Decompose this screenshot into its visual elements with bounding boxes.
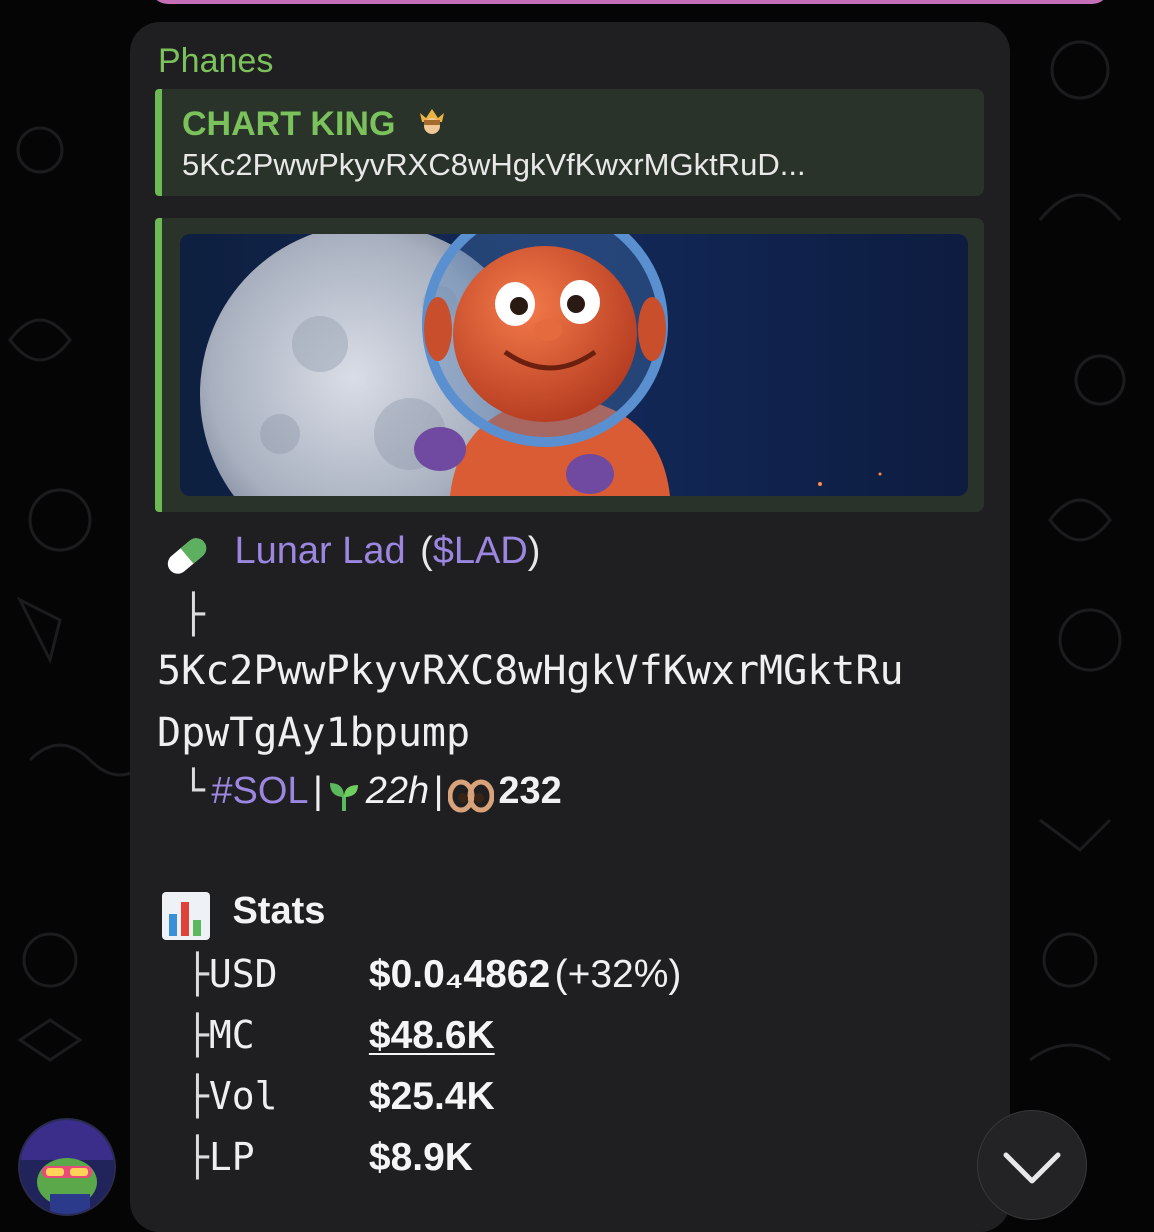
previous-message-edge (150, 0, 1110, 4)
reply-title-text: CHART KING (182, 105, 396, 143)
ticker-link[interactable]: $LAD (433, 530, 528, 572)
stat-change-usd: (+32%) (554, 953, 682, 996)
stat-branch: ├ (186, 1074, 209, 1118)
stat-value-vol: $25.4K (368, 1075, 495, 1118)
stat-label-mc: MC (208, 1013, 255, 1057)
stat-branch: ├ (186, 1135, 209, 1179)
address-branch: ├ (182, 592, 205, 636)
stat-value-mc-link[interactable]: $48.6K (369, 1014, 495, 1057)
seedling-icon (327, 779, 361, 818)
stat-label-vol: Vol (208, 1074, 278, 1118)
stat-branch: ├ (186, 952, 209, 996)
pill-icon (162, 533, 212, 584)
token-meta-line: └ #SOL | 22h | 232 (182, 768, 562, 818)
sender-name[interactable]: Phanes (158, 42, 273, 81)
contract-address-line-1[interactable]: 5Kc2PwwPkyvRXC8wHgkVfKwxrMGktRu (157, 648, 904, 694)
reply-quote[interactable]: CHART KING 5Kc2PwwPkyvRXC8wHgkVfKwxrMGkt… (155, 89, 984, 196)
stat-value-usd: $0.0₄4862 (368, 953, 551, 996)
astronaut-moon-image (200, 234, 882, 496)
link-preview[interactable] (155, 218, 984, 512)
preview-image[interactable] (180, 234, 968, 496)
stat-row-usd: ├USD $0.0₄4862 (+32%) (186, 952, 681, 997)
chain-hashtag[interactable]: #SOL (211, 770, 308, 812)
reply-title: CHART KING (182, 101, 447, 144)
scroll-to-bottom-button[interactable] (977, 1110, 1087, 1220)
stats-title: Stats (232, 890, 326, 932)
token-name-link[interactable]: Lunar Lad (234, 530, 405, 572)
stat-branch: ├ (186, 1013, 209, 1057)
reply-text: 5Kc2PwwPkyvRXC8wHgkVfKwxrMGktRuD... (182, 147, 806, 182)
ticker-open: ( (420, 530, 433, 572)
stat-label-usd: USD (208, 952, 278, 996)
bar-chart-icon (160, 890, 212, 947)
sender-avatar[interactable] (18, 1118, 116, 1216)
stat-value-lp: $8.9K (368, 1136, 473, 1179)
meta-branch: └ (182, 768, 205, 812)
separator: | (312, 770, 323, 812)
stat-row-mc: ├MC $48.6K (186, 1013, 495, 1058)
crown-icon (417, 101, 447, 143)
stat-row-lp: ├LP $8.9K (186, 1135, 473, 1180)
eyes-icon (447, 779, 495, 818)
ticker-close: ) (527, 530, 541, 572)
stat-row-vol: ├Vol $25.4K (186, 1074, 495, 1119)
stat-label-lp: LP (208, 1135, 255, 1179)
stats-header: Stats (160, 890, 325, 947)
separator-2: | (433, 770, 444, 812)
token-title-line: Lunar Lad ($LAD) (162, 530, 540, 584)
holders-count: 232 (498, 770, 562, 812)
contract-address-line-2[interactable]: DpwTgAy1bpump (157, 710, 470, 756)
token-age: 22h (365, 770, 430, 812)
chevron-down-icon (1003, 1152, 1061, 1184)
